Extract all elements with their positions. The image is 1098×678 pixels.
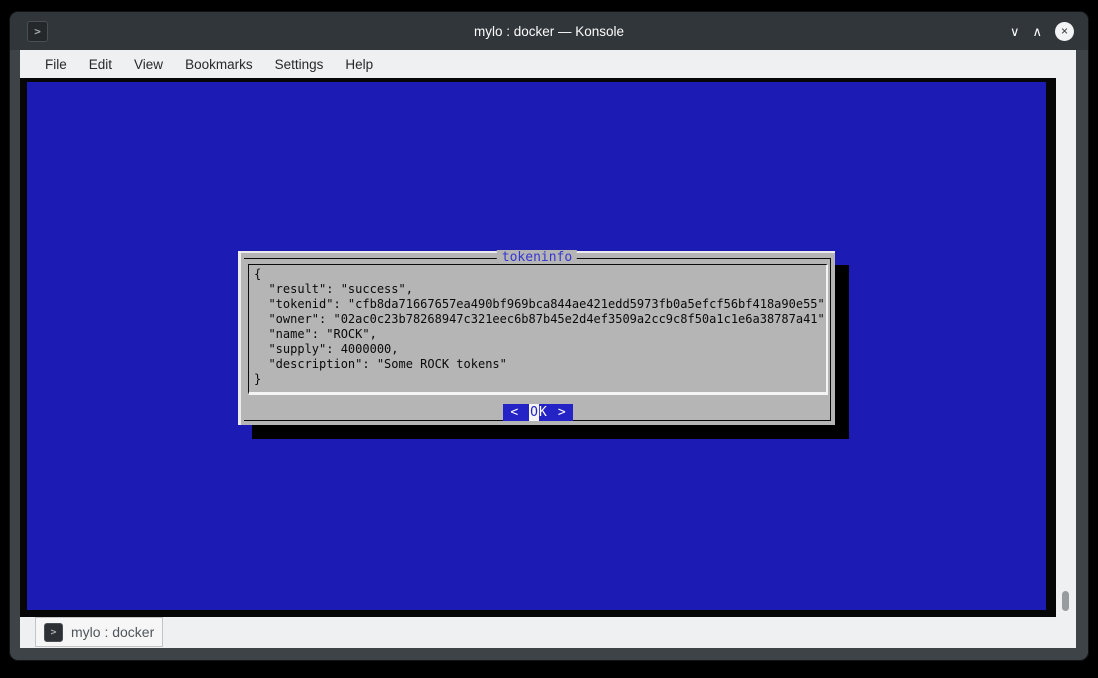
close-icon[interactable]: × xyxy=(1055,22,1074,41)
konsole-window: > mylo : docker — Konsole ∨ ∧ × File Edi… xyxy=(9,11,1089,661)
dialog-button-row: < O K > xyxy=(241,401,835,419)
ok-button-cursor: O xyxy=(529,404,539,421)
json-line: { xyxy=(249,265,826,282)
tab-mylo-docker[interactable]: > mylo : docker xyxy=(35,617,163,647)
tokeninfo-dialog: tokeninfo { "result": "success", "tokeni… xyxy=(238,251,835,425)
json-line: "result": "success", xyxy=(249,282,826,297)
konsole-app-icon: > xyxy=(27,21,48,42)
menu-bookmarks[interactable]: Bookmarks xyxy=(174,53,264,76)
terminal-scrollbar[interactable] xyxy=(1056,78,1076,617)
json-line: "description": "Some ROCK tokens" xyxy=(249,357,826,372)
terminal-view[interactable]: tokeninfo { "result": "success", "tokeni… xyxy=(20,78,1076,617)
menu-help[interactable]: Help xyxy=(334,53,384,76)
konsole-tab-icon: > xyxy=(44,623,63,642)
maximize-icon[interactable]: ∧ xyxy=(1032,25,1042,38)
json-line: "owner": "02ac0c23b78268947c321eec6b87b4… xyxy=(249,312,826,327)
title-bar[interactable]: > mylo : docker — Konsole ∨ ∧ × xyxy=(10,12,1088,50)
menu-edit[interactable]: Edit xyxy=(78,53,123,76)
ok-button-left-arrow: < xyxy=(508,404,520,421)
window-controls: ∨ ∧ × xyxy=(1010,12,1074,50)
ok-button-right-arrow: > xyxy=(556,404,568,421)
json-output-box: { "result": "success", "tokenid": "cfb8d… xyxy=(248,264,828,395)
menu-view[interactable]: View xyxy=(123,53,174,76)
terminal-screen[interactable]: tokeninfo { "result": "success", "tokeni… xyxy=(27,82,1046,610)
menu-bar: File Edit View Bookmarks Settings Help xyxy=(20,50,1076,78)
ok-button-label-rest: K xyxy=(539,404,547,421)
ok-button[interactable]: < O K > xyxy=(503,404,572,421)
window-title: mylo : docker — Konsole xyxy=(10,24,1088,39)
menu-file[interactable]: File xyxy=(34,53,78,76)
menu-settings[interactable]: Settings xyxy=(264,53,335,76)
json-line: "tokenid": "cfb8da71667657ea490bf969bca8… xyxy=(249,297,826,312)
minimize-icon[interactable]: ∨ xyxy=(1010,25,1020,38)
json-line: } xyxy=(249,372,826,387)
scrollbar-thumb[interactable] xyxy=(1062,591,1069,611)
tab-label: mylo : docker xyxy=(71,624,154,640)
json-line: "supply": 4000000, xyxy=(249,342,826,357)
tab-bar: > mylo : docker xyxy=(20,617,1076,648)
json-line: "name": "ROCK", xyxy=(249,327,826,342)
